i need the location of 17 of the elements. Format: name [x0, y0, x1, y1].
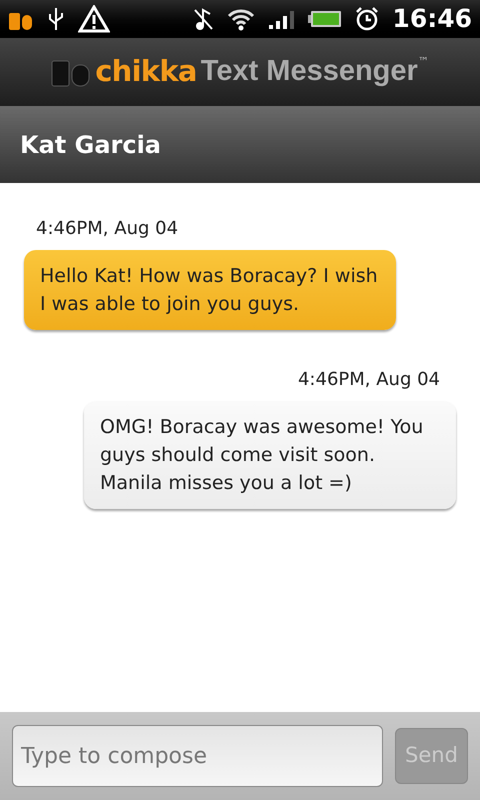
trademark: ™: [418, 54, 429, 70]
wifi-icon: [226, 7, 256, 31]
message-bubble: Hello Kat! How was Boracay? I wish I was able to join you guys.: [24, 250, 396, 330]
battery-icon: [308, 10, 342, 28]
usb-icon: [46, 6, 66, 32]
alarm-clock-icon: [354, 6, 380, 32]
compose-field[interactable]: Type to compose: [12, 725, 383, 787]
message-bubble: OMG! Boracay was awesome! You guys should come visit soon. Manila misses you a lot =): [84, 401, 456, 509]
muted-note-icon: [192, 7, 214, 31]
contact-name: Kat Garcia: [20, 130, 161, 160]
signal-icon: [268, 8, 296, 30]
brand-logo: chikka: [95, 53, 197, 90]
message-time: 4:46PM, Aug 04: [35, 217, 178, 241]
app-title: Text Messenger: [200, 54, 418, 90]
warning-icon: [78, 5, 110, 33]
message-time: 4:46PM, Aug 04: [298, 368, 441, 392]
clock-time: 16:46: [392, 3, 472, 36]
